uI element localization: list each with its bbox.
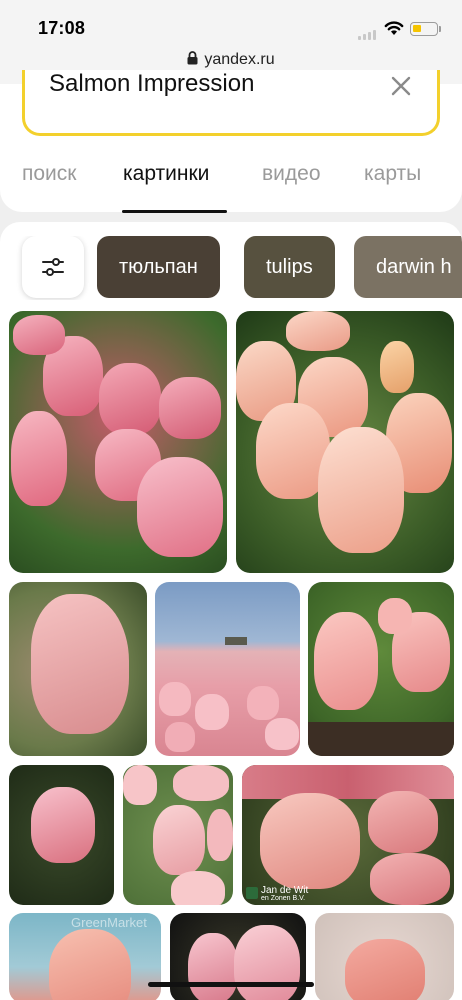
image-result[interactable]: GreenMarket [9,913,161,1000]
home-indicator[interactable] [148,982,314,987]
tab-maps[interactable]: карты [364,162,421,186]
image-result[interactable] [155,582,300,756]
chip-tulips[interactable]: tulips [244,236,335,298]
status-bar: 17:08 [0,0,462,48]
filter-button[interactable] [22,236,84,298]
search-tabs: поиск картинки видео карты [0,162,462,213]
image-result[interactable] [9,582,147,756]
chip-darwin[interactable]: darwin h [354,236,462,298]
image-result[interactable] [308,582,454,756]
wifi-icon [384,21,404,35]
tab-search[interactable]: поиск [22,162,76,186]
chip-tulpan[interactable]: тюльпан [97,236,220,298]
image-result[interactable]: Jan de Wit en Zonen B.V. [242,765,454,905]
watermark-jan-de-wit-sub: en Zonen B.V. [261,895,306,902]
image-result[interactable] [123,765,233,905]
image-result[interactable] [315,913,454,1000]
search-input[interactable]: Salmon Impression [22,70,440,136]
status-time: 17:08 [38,18,86,38]
image-result[interactable] [9,311,227,573]
image-results-panel: тюльпан tulips darwin h Jan de Wit en Zo… [0,222,462,1000]
cellular-signal-icon [358,30,378,40]
search-header: Salmon Impression поиск картинки видео к… [0,70,462,213]
image-result[interactable] [9,765,114,905]
watermark-greenmarket: GreenMarket [71,915,147,930]
battery-cap [439,26,441,32]
clear-icon[interactable] [391,76,411,96]
active-tab-indicator [122,210,227,213]
suggestion-chips: тюльпан tulips darwin h [0,236,462,300]
battery-icon [410,22,438,36]
tab-video[interactable]: видео [262,162,321,186]
tab-images[interactable]: картинки [123,162,209,186]
browser-url[interactable]: yandex.ru [204,51,274,68]
image-result[interactable] [236,311,454,573]
lock-icon [187,51,198,65]
filter-sliders-icon [42,258,64,276]
search-query[interactable]: Salmon Impression [49,70,254,98]
jan-de-wit-logo-icon [246,887,258,899]
